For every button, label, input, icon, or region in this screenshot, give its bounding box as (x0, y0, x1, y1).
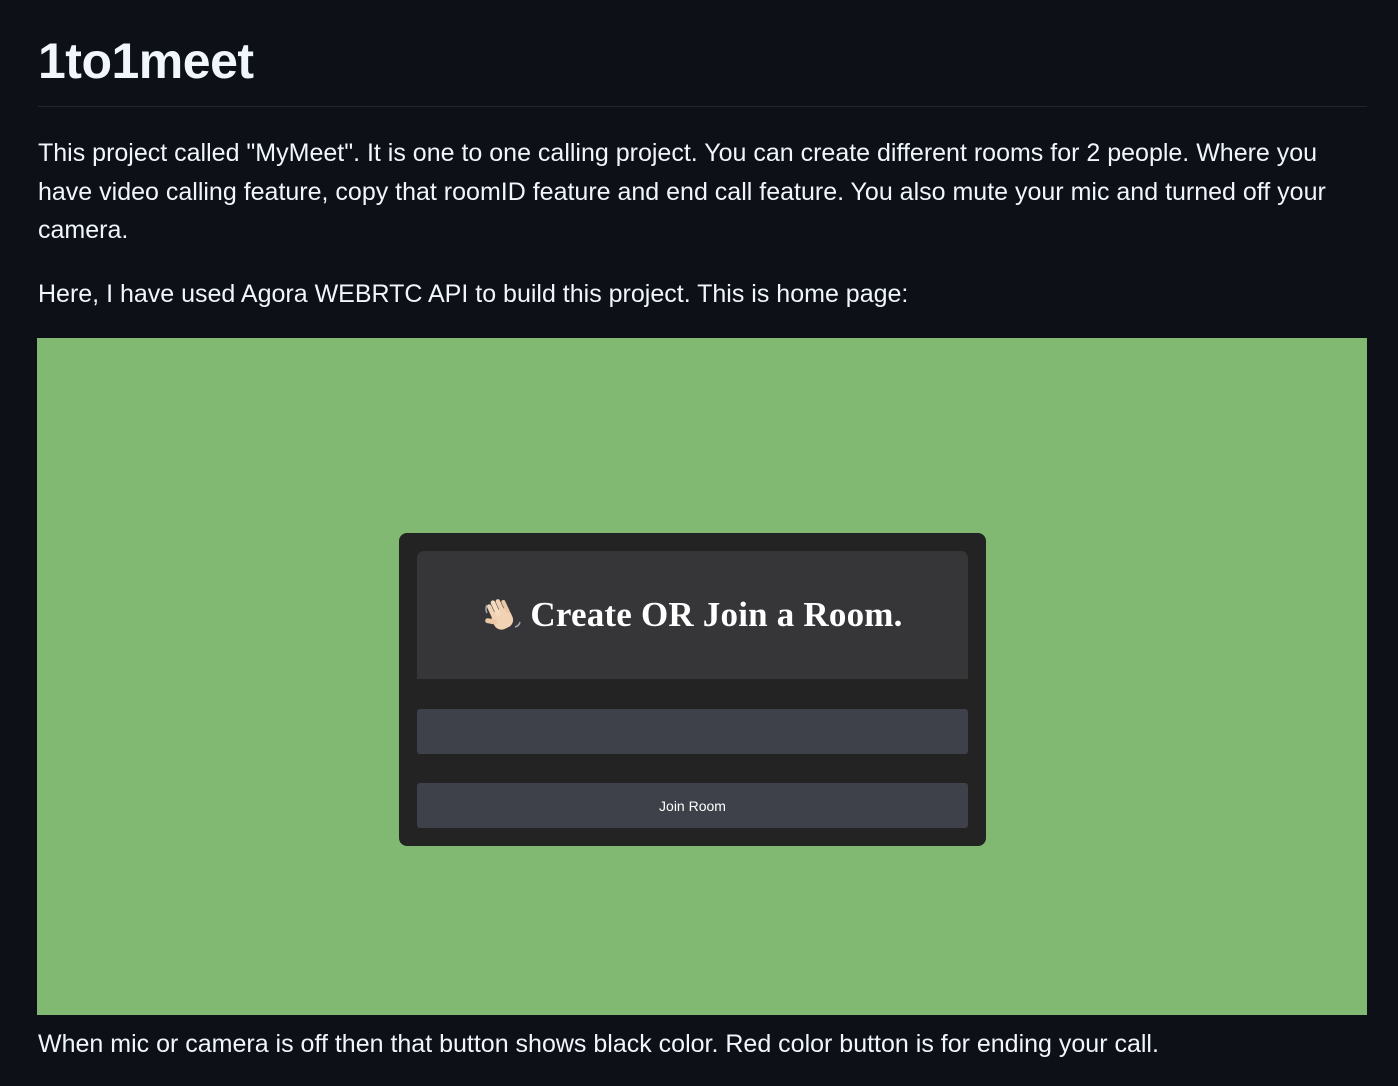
room-card-title: Create OR Join a Room. (530, 595, 903, 634)
room-card: Create OR Join a Room. Join Room (399, 533, 986, 846)
readme-title: 1to1meet (38, 33, 254, 89)
home-page-screenshot: Create OR Join a Room. Join Room (37, 338, 1367, 1015)
room-id-input[interactable] (417, 709, 968, 754)
waving-hand-icon (482, 596, 522, 636)
api-paragraph: Here, I have used Agora WEBRTC API to bu… (38, 280, 909, 308)
join-room-button[interactable]: Join Room (417, 783, 968, 828)
readme-page: 1to1meet This project called "MyMeet". I… (0, 0, 1398, 1086)
title-divider (38, 106, 1367, 107)
controls-paragraph: When mic or camera is off then that butt… (38, 1030, 1159, 1058)
room-card-header: Create OR Join a Room. (417, 551, 968, 679)
description-paragraph: This project called "MyMeet". It is one … (38, 139, 1326, 244)
